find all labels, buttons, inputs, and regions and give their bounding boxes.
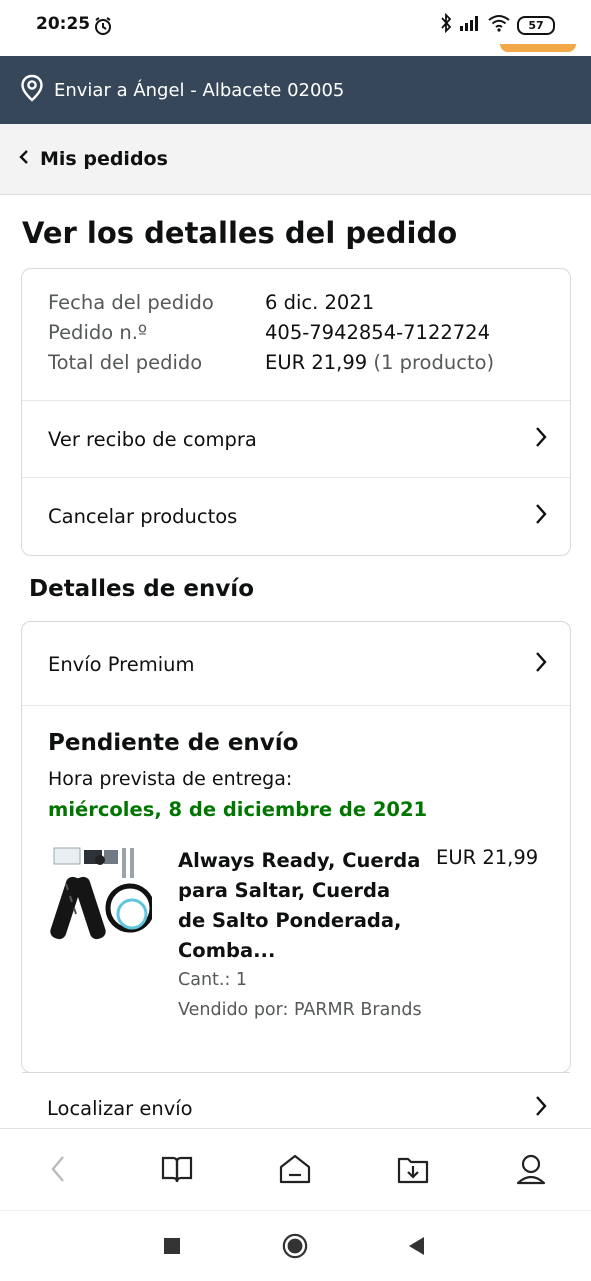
header-accent: [500, 44, 576, 52]
product-title-link[interactable]: Always Ready, Cuerda para Saltar, Cuerda…: [178, 846, 423, 966]
shipping-method-label: Envío Premium: [48, 652, 195, 676]
recents-icon[interactable]: [159, 1233, 185, 1259]
battery-icon: 57: [517, 15, 555, 35]
view-receipt-label: Ver recibo de compra: [48, 427, 257, 451]
home-icon[interactable]: [275, 1149, 315, 1189]
deliver-to-text: Enviar a Ángel - Albacete 02005: [54, 79, 345, 101]
eta-date: miércoles, 8 de diciembre de 2021: [48, 798, 428, 821]
status-icons: 57: [440, 12, 555, 37]
shipping-status: Pendiente de envío: [48, 730, 299, 756]
home-circle-icon[interactable]: [282, 1233, 308, 1259]
order-total-count: (1 producto): [373, 351, 495, 374]
order-total-value: EUR 21,99: [265, 351, 368, 374]
signal-icon: [459, 15, 481, 35]
breadcrumb-label: Mis pedidos: [40, 148, 168, 170]
chevron-right-icon: [534, 651, 548, 677]
track-package-row[interactable]: Localizar envío: [22, 1086, 570, 1130]
track-package-label: Localizar envío: [47, 1096, 193, 1120]
shipping-card: Envío Premium Pendiente de envío Hora pr…: [21, 621, 571, 1073]
shipping-method-row[interactable]: Envío Premium: [22, 624, 570, 704]
system-navigation: [0, 1210, 591, 1281]
back-icon[interactable]: [38, 1149, 78, 1189]
chevron-right-icon: [534, 1095, 548, 1121]
page-title: Ver los detalles del pedido: [22, 216, 458, 250]
status-time: 20:25: [36, 14, 91, 34]
bluetooth-icon: [440, 12, 452, 37]
chevron-left-icon: [18, 149, 30, 169]
chevron-right-icon: [534, 426, 548, 452]
product-quantity: Cant.: 1: [178, 970, 248, 990]
bottom-navigation: [0, 1128, 591, 1211]
alarm-icon: [93, 16, 113, 40]
chevron-right-icon: [534, 503, 548, 529]
divider: [22, 705, 570, 706]
order-date-value: 6 dic. 2021: [265, 291, 375, 314]
cancel-items-label: Cancelar productos: [48, 504, 238, 528]
deliver-to-bar[interactable]: Enviar a Ángel - Albacete 02005: [0, 56, 591, 124]
view-receipt-row[interactable]: Ver recibo de compra: [22, 400, 570, 477]
breadcrumb[interactable]: Mis pedidos: [0, 124, 591, 195]
order-number-label: Pedido n.º: [48, 321, 148, 344]
download-icon[interactable]: [393, 1149, 433, 1189]
divider: [22, 1072, 570, 1073]
back-triangle-icon[interactable]: [404, 1233, 430, 1259]
order-total-label: Total del pedido: [48, 351, 203, 374]
order-summary-card: Fecha del pedido 6 dic. 2021 Pedido n.º …: [21, 268, 571, 556]
order-number-value: 405-7942854-7122724: [265, 321, 490, 344]
profile-icon[interactable]: [511, 1149, 551, 1189]
product-seller: Vendido por: PARMR Brands: [178, 1000, 422, 1020]
product-price: EUR 21,99: [436, 846, 539, 869]
location-pin-icon: [20, 74, 44, 106]
shipping-section-title: Detalles de envío: [29, 576, 254, 602]
order-date-label: Fecha del pedido: [48, 291, 214, 314]
cancel-items-row[interactable]: Cancelar productos: [22, 477, 570, 554]
product-image[interactable]: [48, 846, 155, 952]
wifi-icon: [488, 14, 510, 36]
order-total-value-group: EUR 21,99 (1 producto): [265, 351, 494, 374]
eta-label: Hora prevista de entrega:: [48, 768, 293, 790]
book-icon[interactable]: [157, 1149, 197, 1189]
